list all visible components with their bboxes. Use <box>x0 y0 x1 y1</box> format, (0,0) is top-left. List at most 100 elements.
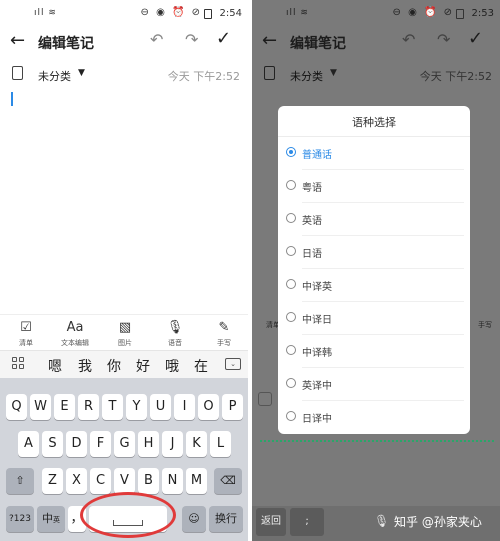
confirm-check-icon[interactable]: ✓ <box>468 28 483 49</box>
title-bar: ← 编辑笔记 ↶ ↷ ✓ <box>252 26 500 58</box>
tool-voice[interactable]: 🎙 语音 <box>151 319 199 348</box>
text-cursor[interactable] <box>11 92 13 106</box>
key-z[interactable]: Z <box>42 468 63 494</box>
key-b[interactable]: B <box>138 468 159 494</box>
candidate-word[interactable]: 好 <box>136 356 150 376</box>
key-h[interactable]: H <box>138 431 159 457</box>
key-c[interactable]: C <box>90 468 111 494</box>
language-option[interactable]: 中译英 <box>278 269 470 302</box>
candidate-word[interactable]: 在 <box>194 356 208 376</box>
tool-handwrite[interactable]: ✎ 手写 <box>200 319 248 348</box>
caret-down-icon[interactable]: ▼ <box>78 68 85 78</box>
grid-menu-icon[interactable] <box>12 357 26 371</box>
key-n[interactable]: N <box>162 468 183 494</box>
radio-icon <box>286 279 296 289</box>
radio-icon <box>286 411 296 421</box>
numbers-key[interactable]: ?123 <box>6 506 34 532</box>
key-j[interactable]: J <box>162 431 183 457</box>
note-meta-row: 未分类 ▼ 今天 下午2:52 <box>0 62 248 88</box>
radio-icon <box>286 345 296 355</box>
microphone-icon: 🎙 <box>166 320 184 335</box>
status-icons: ⊖ ◉ ⏰ ⊘ <box>140 7 202 18</box>
emoji-key[interactable]: ☺ <box>182 506 206 532</box>
language-option[interactable]: 中译韩 <box>278 335 470 368</box>
key-w[interactable]: W <box>30 394 51 420</box>
back-arrow-icon[interactable]: ← <box>10 30 25 51</box>
redo-icon[interactable]: ↷ <box>437 30 450 49</box>
tool-image[interactable]: ▧ 图片 <box>101 319 149 348</box>
tool-checklist[interactable]: ☑ 清单 <box>2 319 50 348</box>
language-option[interactable]: 普通话 <box>278 137 470 170</box>
right-phone-screen: ıll ≋ ⊖ ◉ ⏰ ⊘ 2:53 ← 编辑笔记 ↶ ↷ ✓ 未分类 ▼ 今天… <box>252 0 500 541</box>
enter-key[interactable]: 换行 <box>209 506 243 532</box>
language-option[interactable]: 英译中 <box>278 368 470 401</box>
shift-key[interactable]: ⇧ <box>6 468 34 494</box>
radio-icon <box>286 378 296 388</box>
key-y[interactable]: Y <box>126 394 147 420</box>
grid-menu-icon[interactable] <box>258 392 272 406</box>
note-meta-row: 未分类 ▼ 今天 下午2:52 <box>252 62 500 88</box>
toolbar-label-partial: 手写 <box>478 321 492 329</box>
category-selector[interactable]: 未分类 <box>38 68 71 84</box>
page-title: 编辑笔记 <box>38 36 94 52</box>
title-bar: ← 编辑笔记 ↶ ↷ ✓ <box>0 26 248 58</box>
tool-text-edit[interactable]: Aa 文本编辑 <box>51 319 99 348</box>
voice-waveform <box>260 440 494 442</box>
editor-toolbar: ☑ 清单 Aa 文本编辑 ▧ 图片 🎙 语音 ✎ 手写 <box>0 314 248 350</box>
category-selector[interactable]: 未分类 <box>290 68 323 84</box>
radio-icon <box>286 312 296 322</box>
key-u[interactable]: U <box>150 394 171 420</box>
microphone-icon[interactable]: 🎙 <box>374 514 389 528</box>
radio-icon <box>286 180 296 190</box>
back-button[interactable]: 返回 <box>256 508 286 536</box>
key-g[interactable]: G <box>114 431 135 457</box>
undo-icon[interactable]: ↶ <box>402 30 415 49</box>
key-r[interactable]: R <box>78 394 99 420</box>
key-l[interactable]: L <box>210 431 231 457</box>
image-icon: ▧ <box>118 320 132 335</box>
delete-key[interactable]: ⌫ <box>214 468 242 494</box>
key-q[interactable]: Q <box>6 394 27 420</box>
redo-icon[interactable]: ↷ <box>185 30 198 49</box>
battery-icon <box>204 9 212 19</box>
candidate-bar: 嗯 我 你 好 哦 在 ⌄ <box>0 350 248 378</box>
key-t[interactable]: T <box>102 394 123 420</box>
keyboard-hide-icon[interactable]: ⌄ <box>225 358 241 370</box>
key-m[interactable]: M <box>186 468 207 494</box>
key-f[interactable]: F <box>90 431 111 457</box>
left-phone-screen: ıll ≋ ⊖ ◉ ⏰ ⊘ 2:54 ← 编辑笔记 ↶ ↷ ✓ 未分类 ▼ 今天… <box>0 0 248 541</box>
key-s[interactable]: S <box>42 431 63 457</box>
text-format-icon: Aa <box>66 320 84 335</box>
language-option[interactable]: 中译日 <box>278 302 470 335</box>
semicolon-key[interactable]: ; <box>290 508 324 536</box>
language-option[interactable]: 粤语 <box>278 170 470 203</box>
highlight-circle <box>80 492 176 538</box>
candidate-word[interactable]: 哦 <box>165 356 179 376</box>
radio-selected-icon <box>286 147 296 157</box>
confirm-check-icon[interactable]: ✓ <box>216 28 231 49</box>
key-a[interactable]: A <box>18 431 39 457</box>
key-i[interactable]: I <box>174 394 195 420</box>
candidate-word[interactable]: 嗯 <box>48 356 62 376</box>
key-v[interactable]: V <box>114 468 135 494</box>
note-icon <box>264 66 275 80</box>
key-o[interactable]: O <box>198 394 219 420</box>
key-x[interactable]: X <box>66 468 87 494</box>
candidate-word[interactable]: 我 <box>78 356 92 376</box>
checklist-icon: ☑ <box>20 320 32 335</box>
language-option[interactable]: 英语 <box>278 203 470 236</box>
key-p[interactable]: P <box>222 394 243 420</box>
back-arrow-icon[interactable]: ← <box>262 30 277 51</box>
key-d[interactable]: D <box>66 431 87 457</box>
status-bar: ıll ≋ ⊖ ◉ ⏰ ⊘ 2:54 <box>0 0 248 26</box>
undo-icon[interactable]: ↶ <box>150 30 163 49</box>
language-option[interactable]: 日语 <box>278 236 470 269</box>
key-e[interactable]: E <box>54 394 75 420</box>
note-icon <box>12 66 23 80</box>
language-switch-key[interactable]: 中英 <box>37 506 65 532</box>
candidate-word[interactable]: 你 <box>107 356 121 376</box>
caret-down-icon[interactable]: ▼ <box>330 68 337 78</box>
language-option[interactable]: 日译中 <box>278 401 470 434</box>
key-k[interactable]: K <box>186 431 207 457</box>
language-dialog: 语种选择 普通话 粤语 英语 日语 中译英 中译日 中译韩 英译中 日译中 <box>278 106 470 434</box>
